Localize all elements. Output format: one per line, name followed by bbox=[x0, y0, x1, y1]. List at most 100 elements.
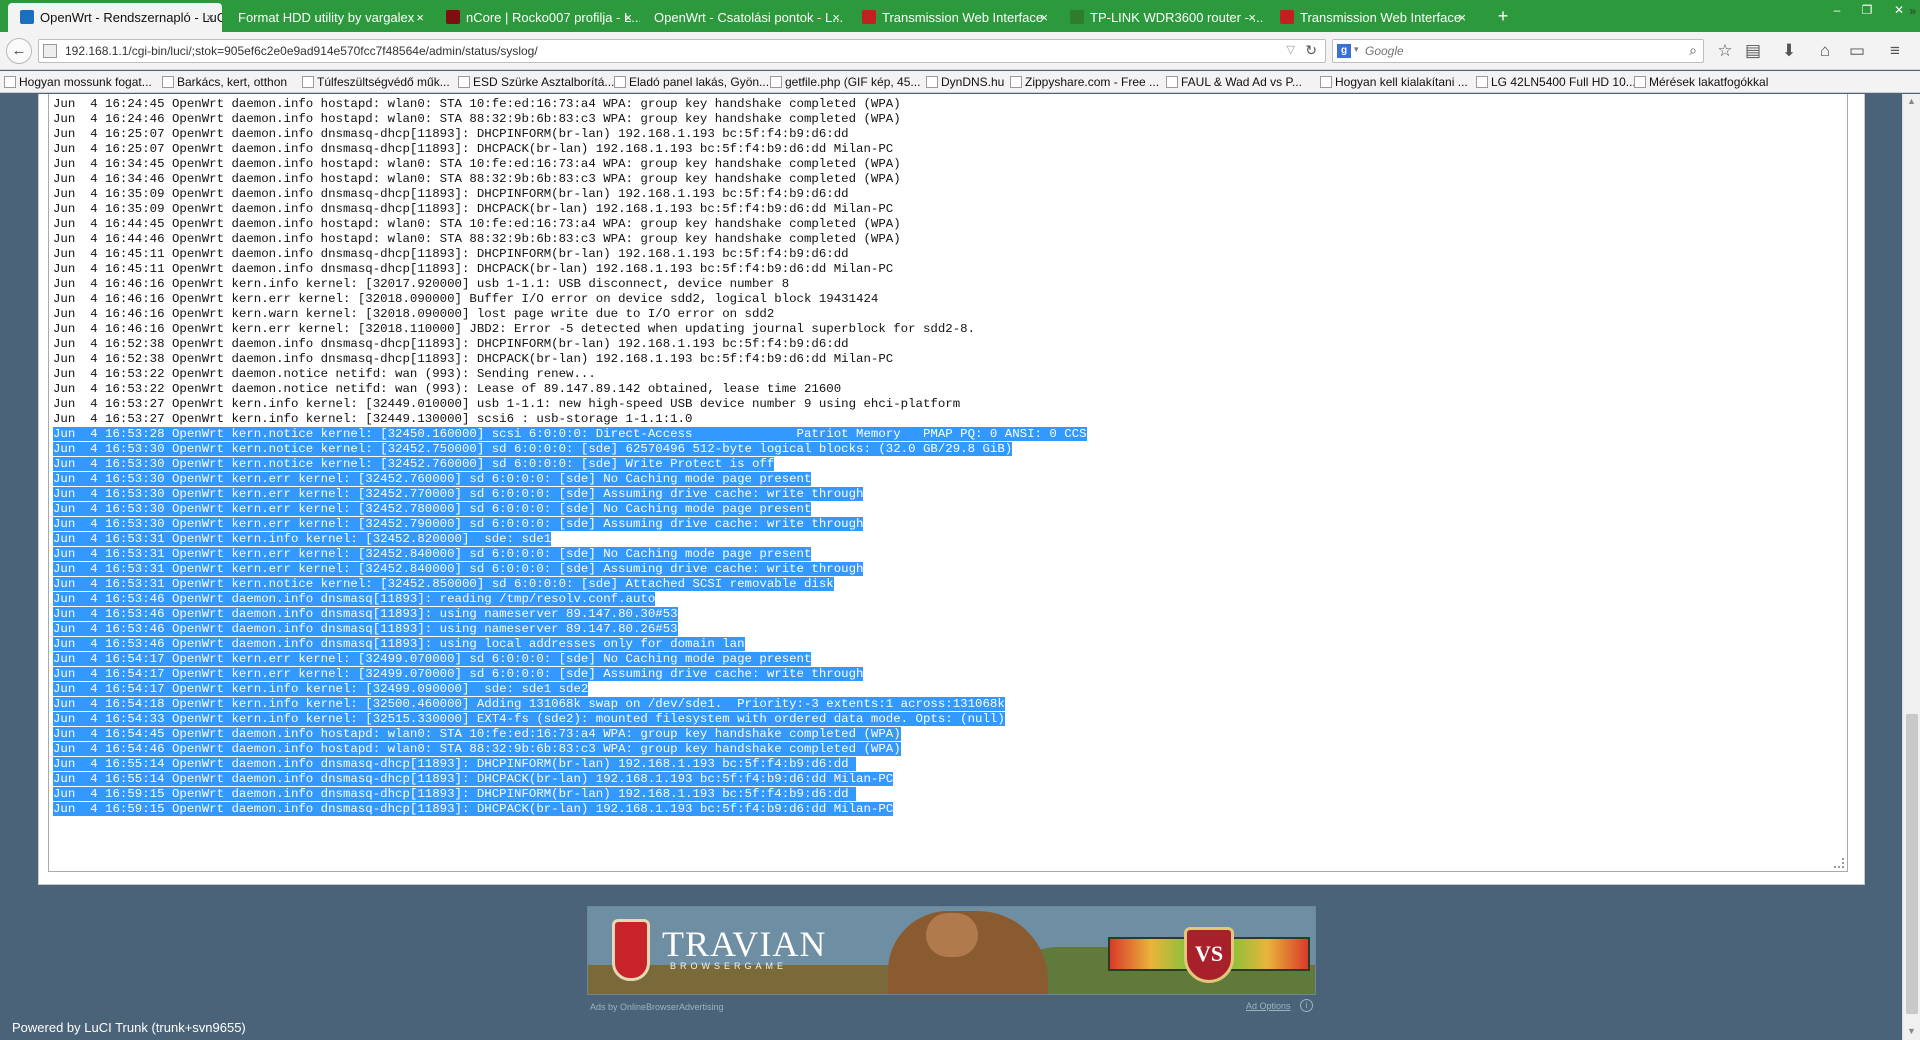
bookmarks-menu-icon[interactable]: ▤ bbox=[1742, 40, 1764, 62]
log-line: Jun 4 16:53:27 OpenWrt kern.info kernel:… bbox=[53, 397, 1847, 412]
bookmark-favicon-icon bbox=[1634, 76, 1646, 88]
bookmark-star-icon[interactable]: ☆ bbox=[1714, 40, 1736, 62]
tab-2[interactable]: Format HDD utility by vargalex × bbox=[226, 3, 432, 32]
bookmark-item[interactable]: Hogyan kell kialakítani ... bbox=[1320, 71, 1468, 92]
bookmark-favicon-icon bbox=[1010, 76, 1022, 88]
bookmark-item[interactable]: Zippyshare.com - Free ... bbox=[1010, 71, 1159, 92]
transmission-favicon-icon bbox=[1280, 10, 1294, 24]
tab-close-icon[interactable]: × bbox=[832, 3, 840, 32]
page-scrollbar[interactable]: ▲ ▼ bbox=[1902, 94, 1920, 1040]
tab-3[interactable]: nCore | Rocko007 profilja - L... × bbox=[434, 3, 640, 32]
log-line-text: Jun 4 16:53:31 OpenWrt kern.err kernel: … bbox=[53, 562, 864, 576]
log-line-text: Jun 4 16:54:18 OpenWrt kern.info kernel:… bbox=[53, 697, 1005, 711]
bookmark-favicon-icon bbox=[4, 76, 16, 88]
log-line-text: Jun 4 16:44:45 OpenWrt daemon.info hosta… bbox=[53, 217, 901, 231]
bookmark-item[interactable]: Mérések lakatfogókkal bbox=[1634, 71, 1768, 92]
url-input[interactable]: 192.168.1.1/cgi-bin/luci/;stok=905ef6c2e… bbox=[65, 40, 1245, 62]
bookmark-label: getfile.php (GIF kép, 45... bbox=[785, 75, 921, 89]
back-button[interactable]: ← bbox=[6, 38, 32, 64]
log-line-text: Jun 4 16:53:27 OpenWrt kern.info kernel:… bbox=[53, 412, 693, 426]
bookmark-item[interactable]: ESD Szürke Asztalborítá... bbox=[458, 71, 614, 92]
log-line: Jun 4 16:53:46 OpenWrt daemon.info dnsma… bbox=[53, 592, 1847, 607]
log-line-text: Jun 4 16:46:16 OpenWrt kern.err kernel: … bbox=[53, 322, 976, 336]
search-bar[interactable]: g ▾ ⌕ bbox=[1332, 39, 1704, 63]
google-icon[interactable]: g bbox=[1337, 44, 1351, 58]
search-engine-dropdown-icon[interactable]: ▾ bbox=[1354, 44, 1359, 55]
history-dropdown-icon[interactable]: ▽ bbox=[1287, 43, 1295, 56]
scroll-down-icon[interactable]: ▼ bbox=[1907, 1026, 1916, 1036]
bookmark-favicon-icon bbox=[1166, 76, 1178, 88]
tab-close-icon[interactable]: × bbox=[1248, 3, 1256, 32]
tab-close-icon[interactable]: × bbox=[206, 3, 214, 32]
log-line: Jun 4 16:52:38 OpenWrt daemon.info dnsma… bbox=[53, 337, 1847, 352]
log-line: Jun 4 16:53:46 OpenWrt daemon.info dnsma… bbox=[53, 607, 1847, 622]
minimize-button[interactable]: – bbox=[1822, 0, 1852, 20]
bookmark-item[interactable]: Hogyan mossunk fogat... bbox=[4, 71, 152, 92]
bookmark-item[interactable]: Barkács, kert, otthon bbox=[162, 71, 287, 92]
bookmark-item[interactable]: DynDNS.hu bbox=[926, 71, 1004, 92]
log-line-text: Jun 4 16:53:31 OpenWrt kern.info kernel:… bbox=[53, 532, 552, 546]
log-line-text: Jun 4 16:54:17 OpenWrt kern.err kernel: … bbox=[53, 652, 812, 666]
bookmark-item[interactable]: Eladó panel lakás, Gyön... bbox=[614, 71, 769, 92]
scroll-up-icon[interactable]: ▲ bbox=[1907, 96, 1916, 106]
tab-7[interactable]: Transmission Web Interface × bbox=[1268, 3, 1474, 32]
downloads-icon[interactable]: ⬇ bbox=[1778, 40, 1800, 62]
log-line: Jun 4 16:54:17 OpenWrt kern.err kernel: … bbox=[53, 652, 1847, 667]
tab-title: nCore | Rocko007 profilja - L... bbox=[466, 10, 640, 25]
log-line: Jun 4 16:53:46 OpenWrt daemon.info dnsma… bbox=[53, 637, 1847, 652]
ad-options-link[interactable]: Ad Options bbox=[1246, 1001, 1291, 1011]
ad-info-icon[interactable]: i bbox=[1300, 999, 1313, 1012]
log-line-text: Jun 4 16:34:45 OpenWrt daemon.info hosta… bbox=[53, 157, 901, 171]
bookmark-favicon-icon bbox=[162, 76, 174, 88]
log-line: Jun 4 16:46:16 OpenWrt kern.err kernel: … bbox=[53, 322, 1847, 337]
tab-close-icon[interactable]: × bbox=[624, 3, 632, 32]
tab-close-icon[interactable]: × bbox=[1040, 3, 1048, 32]
log-line: Jun 4 16:53:28 OpenWrt kern.notice kerne… bbox=[53, 427, 1847, 442]
search-input[interactable] bbox=[1365, 40, 1665, 62]
log-line: Jun 4 16:54:45 OpenWrt daemon.info hosta… bbox=[53, 727, 1847, 742]
travian-banner-ad[interactable]: TRAVIAN BROWSERGAME VS bbox=[587, 906, 1316, 995]
log-line-text: Jun 4 16:35:09 OpenWrt daemon.info dnsma… bbox=[53, 187, 849, 201]
bookmarks-overflow-button[interactable]: » bbox=[1909, 0, 1916, 22]
tab-6[interactable]: TP-LINK WDR3600 router - ... × bbox=[1058, 3, 1264, 32]
bookmark-item[interactable]: LG 42LN5400 Full HD 10... bbox=[1476, 71, 1636, 92]
reload-icon[interactable]: ↻ bbox=[1305, 42, 1317, 59]
page-content: Jun 4 16:24:45 OpenWrt daemon.info hosta… bbox=[0, 94, 1902, 1040]
log-line: Jun 4 16:55:14 OpenWrt daemon.info dnsma… bbox=[53, 757, 1847, 772]
tab-title: TP-LINK WDR3600 router - ... bbox=[1090, 10, 1264, 25]
scrollbar-thumb[interactable] bbox=[1906, 714, 1918, 1014]
bookmark-item[interactable]: FAUL & Wad Ad vs P... bbox=[1166, 71, 1302, 92]
log-line: Jun 4 16:53:31 OpenWrt kern.err kernel: … bbox=[53, 562, 1847, 577]
home-icon[interactable]: ⌂ bbox=[1814, 40, 1836, 62]
bookmark-label: Hogyan mossunk fogat... bbox=[19, 75, 152, 89]
log-line-text: Jun 4 16:35:09 OpenWrt daemon.info dnsma… bbox=[53, 202, 894, 216]
syslog-textarea[interactable]: Jun 4 16:24:45 OpenWrt daemon.info hosta… bbox=[48, 94, 1848, 872]
log-line-text: Jun 4 16:59:15 OpenWrt daemon.info dnsma… bbox=[53, 787, 857, 801]
bookmark-item[interactable]: Túlfeszültségvédő műk... bbox=[302, 71, 450, 92]
tab-close-icon[interactable]: × bbox=[416, 3, 424, 32]
window-icon[interactable]: ▭ bbox=[1846, 40, 1868, 62]
magnifier-icon[interactable]: ⌕ bbox=[1689, 42, 1697, 59]
log-line: Jun 4 16:46:16 OpenWrt kern.info kernel:… bbox=[53, 277, 1847, 292]
log-line-text: Jun 4 16:46:16 OpenWrt kern.info kernel:… bbox=[53, 277, 790, 291]
bookmark-label: FAUL & Wad Ad vs P... bbox=[1181, 75, 1302, 89]
log-line-text: Jun 4 16:52:38 OpenWrt daemon.info dnsma… bbox=[53, 352, 894, 366]
bookmark-label: Hogyan kell kialakítani ... bbox=[1335, 75, 1468, 89]
menu-icon[interactable]: ≡ bbox=[1884, 40, 1906, 62]
resize-grip-icon[interactable] bbox=[1834, 858, 1844, 868]
site-identity-icon[interactable] bbox=[43, 44, 57, 58]
maximize-button[interactable]: ❐ bbox=[1852, 0, 1882, 20]
log-line-text: Jun 4 16:54:46 OpenWrt daemon.info hosta… bbox=[53, 742, 901, 756]
log-line-text: Jun 4 16:53:28 OpenWrt kern.notice kerne… bbox=[53, 427, 1087, 441]
tab-5[interactable]: Transmission Web Interface × bbox=[850, 3, 1056, 32]
log-line: Jun 4 16:45:11 OpenWrt daemon.info dnsma… bbox=[53, 262, 1847, 277]
bookmark-item[interactable]: getfile.php (GIF kép, 45... bbox=[770, 71, 921, 92]
address-bar[interactable]: 192.168.1.1/cgi-bin/luci/;stok=905ef6c2e… bbox=[38, 39, 1326, 63]
log-line-text: Jun 4 16:53:22 OpenWrt daemon.notice net… bbox=[53, 382, 842, 396]
syslog-lines: Jun 4 16:24:45 OpenWrt daemon.info hosta… bbox=[49, 94, 1847, 817]
log-line: Jun 4 16:54:17 OpenWrt kern.err kernel: … bbox=[53, 667, 1847, 682]
tab-1[interactable]: OpenWrt - Rendszernapló - LuCI × bbox=[8, 3, 222, 32]
new-tab-button[interactable]: + bbox=[1492, 3, 1514, 29]
tab-close-icon[interactable]: × bbox=[1458, 3, 1466, 32]
tab-4[interactable]: OpenWrt - Csatolási pontok - L... × bbox=[642, 3, 848, 32]
